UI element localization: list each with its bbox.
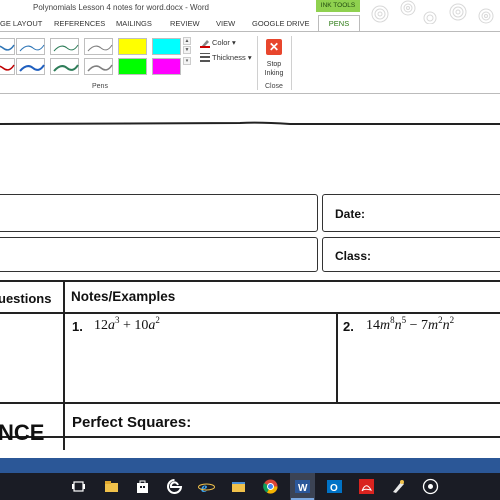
- pen-swatch[interactable]: [0, 58, 15, 75]
- gallery-scroll-down[interactable]: ▼: [183, 46, 191, 54]
- thickness-dropdown[interactable]: Thickness ▾: [212, 53, 252, 62]
- file-explorer-icon[interactable]: [103, 478, 120, 495]
- ribbon-tabs: GE LAYOUT REFERENCES MAILINGS REVIEW VIE…: [0, 15, 500, 31]
- color-label: Color: [212, 38, 230, 47]
- pen-swatch[interactable]: [84, 58, 113, 75]
- stop-inking-icon[interactable]: ✕: [266, 39, 282, 55]
- tab-review[interactable]: REVIEW: [170, 19, 200, 28]
- period-field-box[interactable]: [0, 237, 318, 272]
- tab-google-drive[interactable]: GOOGLE DRIVE: [252, 19, 310, 28]
- highlighter-magenta[interactable]: [152, 58, 181, 75]
- store-icon[interactable]: [134, 478, 151, 495]
- pen-color-icon: [200, 40, 210, 48]
- tab-page-layout[interactable]: GE LAYOUT: [0, 19, 42, 28]
- pen-swatch[interactable]: [16, 38, 45, 55]
- highlighter-yellow[interactable]: [118, 38, 147, 55]
- table-row-border: [0, 436, 500, 438]
- gallery-scroll-up[interactable]: ▲: [183, 37, 191, 45]
- pen-swatch[interactable]: [50, 58, 79, 75]
- tab-mailings[interactable]: MAILINGS: [116, 19, 152, 28]
- tab-pens[interactable]: PENS: [318, 15, 360, 31]
- pen-swatch[interactable]: [84, 38, 113, 55]
- title-bar: Polynomials Lesson 4 notes for word.docx…: [0, 0, 500, 24]
- group-divider: [291, 36, 292, 90]
- perfect-squares-label: Perfect Squares:: [72, 414, 192, 431]
- name-field-box[interactable]: [0, 194, 318, 232]
- close-group-label: Close: [265, 83, 283, 90]
- notes-examples-header: Notes/Examples: [71, 289, 176, 304]
- word-icon[interactable]: W: [294, 478, 311, 495]
- class-label: Class:: [335, 249, 372, 263]
- thickness-icon: [200, 53, 210, 62]
- acrobat-icon[interactable]: [358, 478, 375, 495]
- example-2-number: 2.: [343, 319, 354, 334]
- chrome-icon[interactable]: [262, 478, 279, 495]
- svg-text:12a3 + 10a2: 12a3 + 10a2: [94, 315, 160, 333]
- ink-tools-contextual-tab: INK TOOLS: [316, 0, 360, 12]
- pen-swatch[interactable]: [50, 38, 79, 55]
- gallery-more-button[interactable]: ▾: [183, 57, 191, 65]
- example-1-number: 1.: [72, 319, 83, 334]
- paint-icon[interactable]: [390, 478, 407, 495]
- task-view-icon[interactable]: [70, 478, 87, 495]
- date-label: Date:: [335, 207, 366, 221]
- edge-icon[interactable]: [166, 478, 183, 495]
- outlook-icon[interactable]: O: [326, 478, 343, 495]
- status-bar: [0, 458, 500, 473]
- questions-header: uestions: [0, 291, 52, 306]
- tab-view[interactable]: VIEW: [216, 19, 235, 28]
- document-canvas[interactable]: Date: Class: uestions Notes/Examples 1. …: [0, 94, 500, 458]
- svg-text:W: W: [298, 483, 308, 494]
- window-title: Polynomials Lesson 4 notes for word.docx…: [33, 3, 209, 12]
- stop-inking-label-line2: Inking: [264, 70, 284, 77]
- table-column-divider: [336, 312, 338, 402]
- tab-references[interactable]: REFERENCES: [54, 19, 105, 28]
- highlighter-cyan[interactable]: [152, 38, 181, 55]
- taskbar: e W O: [0, 473, 500, 500]
- pens-group-label: Pens: [92, 83, 108, 90]
- svg-text:14m8n5 − 7m2n2: 14m8n5 − 7m2n2: [366, 315, 454, 333]
- highlighter-green[interactable]: [118, 58, 147, 75]
- stop-inking-label-line1: Stop: [266, 61, 282, 68]
- ie-icon[interactable]: e: [198, 478, 215, 495]
- table-column-divider: [63, 280, 65, 450]
- ribbon: ▲ ▼ ▾ Color ▾ Thickness ▾ Pens ✕ Stop In…: [0, 31, 500, 94]
- table-row-border: [0, 402, 500, 404]
- header-rule: [0, 121, 500, 125]
- pen-swatch[interactable]: [16, 58, 45, 75]
- svg-text:O: O: [330, 483, 338, 494]
- media-icon[interactable]: [422, 478, 439, 495]
- stop-inking-button[interactable]: Stop Inking: [257, 60, 291, 78]
- example-2-expression: 14m8n5 − 7m2n2: [366, 315, 454, 333]
- pen-swatch[interactable]: [0, 38, 15, 55]
- color-dropdown[interactable]: Color ▾: [212, 38, 236, 47]
- table-top-border: [0, 280, 500, 282]
- svg-text:e: e: [201, 481, 207, 495]
- nce-label: NCE: [0, 420, 45, 445]
- thickness-label: Thickness: [212, 53, 246, 62]
- example-1-expression: 12a3 + 10a2: [94, 315, 160, 333]
- folder-icon[interactable]: [230, 478, 247, 495]
